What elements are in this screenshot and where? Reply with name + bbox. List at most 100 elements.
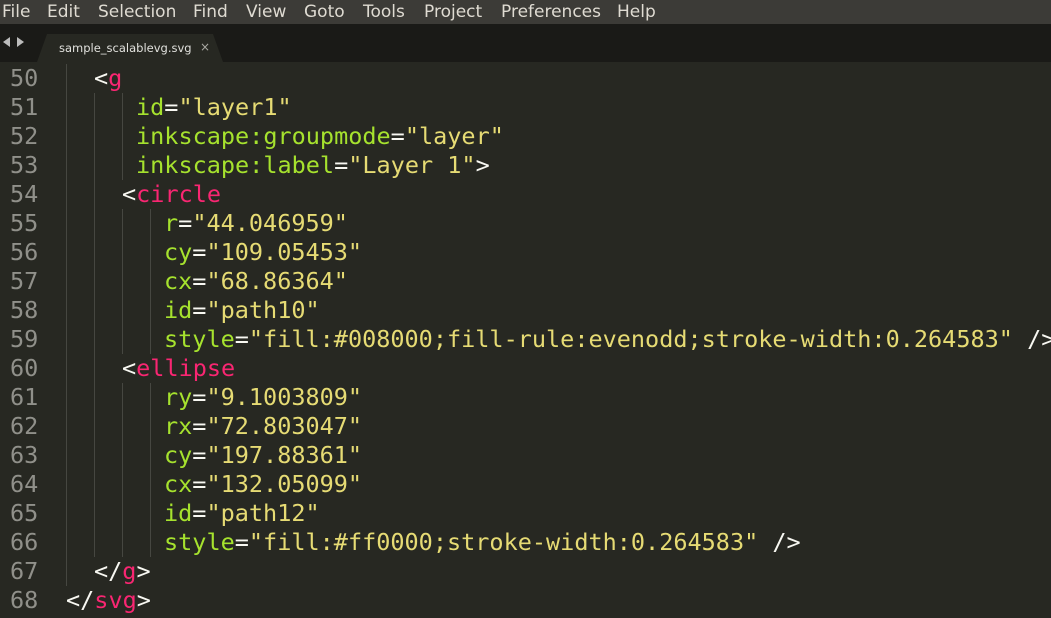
line-number: 59 bbox=[10, 325, 39, 353]
line-number: 61 bbox=[10, 383, 39, 411]
code-token-punct: = bbox=[234, 528, 249, 556]
menu-preferences[interactable]: Preferences bbox=[501, 0, 601, 24]
code-token-punct: = bbox=[178, 209, 193, 237]
code-token-punct: = bbox=[192, 238, 207, 266]
line-number: 53 bbox=[10, 151, 39, 179]
code-line[interactable]: 65 id="path12" bbox=[0, 499, 1051, 528]
indent-guide bbox=[66, 122, 67, 151]
line-number: 58 bbox=[10, 296, 39, 324]
menu-goto[interactable]: Goto bbox=[304, 0, 345, 24]
menu-edit[interactable]: Edit bbox=[47, 0, 80, 24]
indent-guide bbox=[122, 151, 123, 180]
indent-guide bbox=[66, 267, 67, 296]
menu-find[interactable]: Find bbox=[193, 0, 228, 24]
indent-guide bbox=[94, 499, 95, 528]
indent-guide bbox=[66, 64, 67, 93]
code-token-str: "109.05453" bbox=[206, 238, 363, 266]
indent-guide bbox=[66, 296, 67, 325]
line-number: 62 bbox=[10, 412, 39, 440]
menu-tools[interactable]: Tools bbox=[363, 0, 405, 24]
line-number: 52 bbox=[10, 122, 39, 150]
code-line[interactable]: 50 <g bbox=[0, 64, 1051, 93]
code-token-str: "68.86364" bbox=[206, 267, 348, 295]
line-number: 64 bbox=[10, 470, 39, 498]
code-line[interactable]: 59 style="fill:#008000;fill-rule:evenodd;… bbox=[0, 325, 1051, 354]
code-editor[interactable]: 50 <g 51 id="layer1" 52 inkscape:groupmode="l… bbox=[0, 62, 1051, 618]
code-token-punct: < bbox=[122, 354, 137, 382]
code-line[interactable]: 66 style="fill:#ff0000;stroke-width:0.264… bbox=[0, 528, 1051, 557]
code-token-punct: /> bbox=[1027, 325, 1051, 353]
indent-guide bbox=[150, 267, 151, 296]
code-token-punct: = bbox=[192, 296, 207, 324]
menu-project[interactable]: Project bbox=[424, 0, 482, 24]
code-token-str: "Layer 1" bbox=[348, 151, 476, 179]
line-number: 65 bbox=[10, 499, 39, 527]
indent-guide bbox=[94, 325, 95, 354]
code-line[interactable]: 58 id="path10" bbox=[0, 296, 1051, 325]
code-text: <circle bbox=[122, 180, 221, 209]
code-token-attr: rx bbox=[164, 412, 193, 440]
code-line[interactable]: 62 rx="72.803047" bbox=[0, 412, 1051, 441]
menu-bar: File Edit Selection Find View Goto Tools… bbox=[0, 0, 1051, 24]
code-token-punct: < bbox=[94, 64, 109, 92]
arrow-right-icon[interactable] bbox=[17, 37, 24, 47]
indent-guide bbox=[122, 93, 123, 122]
code-token-attr: cx bbox=[164, 470, 193, 498]
indent-guide bbox=[150, 470, 151, 499]
code-token-tag: ellipse bbox=[136, 354, 236, 382]
code-token-attr: id bbox=[136, 93, 165, 121]
indent-guide bbox=[66, 180, 67, 209]
code-line[interactable]: 61 ry="9.1003809" bbox=[0, 383, 1051, 412]
code-line[interactable]: 63 cy="197.88361" bbox=[0, 441, 1051, 470]
code-line[interactable]: 51 id="layer1" bbox=[0, 93, 1051, 122]
indent-guide bbox=[66, 441, 67, 470]
code-text: rx="72.803047" bbox=[164, 412, 362, 441]
code-text: cy="109.05453" bbox=[164, 238, 362, 267]
menu-help[interactable]: Help bbox=[617, 0, 656, 24]
code-token-punct: </ bbox=[66, 586, 95, 614]
code-line[interactable]: 56 cy="109.05453" bbox=[0, 238, 1051, 267]
indent-guide bbox=[94, 383, 95, 412]
close-icon[interactable]: × bbox=[200, 39, 210, 55]
indent-guide bbox=[66, 209, 67, 238]
code-line[interactable]: 67 </g> bbox=[0, 557, 1051, 586]
indent-guide bbox=[122, 470, 123, 499]
indent-guide bbox=[94, 238, 95, 267]
indent-guide bbox=[150, 296, 151, 325]
code-line[interactable]: 54 <circle bbox=[0, 180, 1051, 209]
code-line[interactable]: 52 inkscape:groupmode="layer" bbox=[0, 122, 1051, 151]
menu-view[interactable]: View bbox=[246, 0, 286, 24]
code-text: inkscape:groupmode="layer" bbox=[136, 122, 504, 151]
code-text: style="fill:#008000;fill-rule:evenodd;st… bbox=[164, 325, 1051, 354]
code-token-punct: > bbox=[475, 151, 490, 179]
indent-guide bbox=[94, 93, 95, 122]
arrow-left-icon[interactable] bbox=[3, 37, 10, 47]
code-token-punct: = bbox=[234, 325, 249, 353]
tab-title: sample_scalablevg.svg bbox=[59, 41, 192, 55]
code-token-tag: g bbox=[122, 557, 137, 585]
indent-guide bbox=[150, 412, 151, 441]
indent-guide bbox=[66, 151, 67, 180]
code-token-punct: /> bbox=[758, 528, 801, 556]
indent-guide bbox=[122, 499, 123, 528]
code-line[interactable]: 57 cx="68.86364" bbox=[0, 267, 1051, 296]
code-line[interactable]: 64 cx="132.05099" bbox=[0, 470, 1051, 499]
code-line[interactable]: 68 </svg> bbox=[0, 586, 1051, 615]
code-token-attr: cx bbox=[164, 267, 193, 295]
code-line[interactable]: 55 r="44.046959" bbox=[0, 209, 1051, 238]
menu-file[interactable]: File bbox=[2, 0, 30, 24]
code-token-tag: svg bbox=[94, 586, 137, 614]
indent-guide bbox=[150, 383, 151, 412]
line-number: 66 bbox=[10, 528, 39, 556]
code-text: <ellipse bbox=[122, 354, 235, 383]
line-number: 68 bbox=[10, 586, 39, 614]
line-number: 67 bbox=[10, 557, 39, 585]
code-text: style="fill:#ff0000;stroke-width:0.26458… bbox=[164, 528, 801, 557]
code-line[interactable]: 60 <ellipse bbox=[0, 354, 1051, 383]
code-line[interactable]: 53 inkscape:label="Layer 1"> bbox=[0, 151, 1051, 180]
indent-guide bbox=[150, 528, 151, 557]
tab-file[interactable]: sample_scalablevg.svg × bbox=[37, 34, 223, 62]
code-text: <g bbox=[94, 64, 122, 93]
code-token-punct: = bbox=[192, 499, 207, 527]
menu-selection[interactable]: Selection bbox=[98, 0, 176, 24]
